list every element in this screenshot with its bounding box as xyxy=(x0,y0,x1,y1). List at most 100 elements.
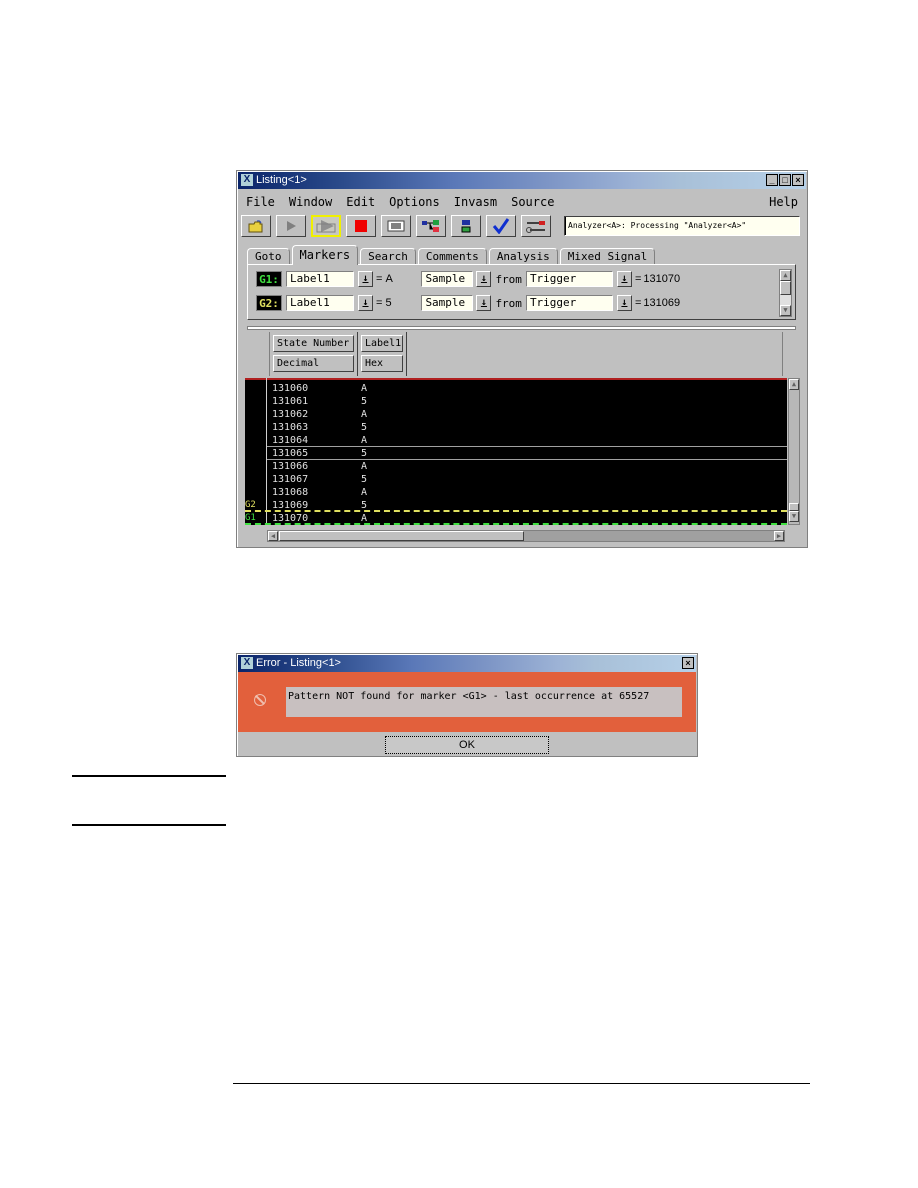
label1-cell: A xyxy=(361,461,368,472)
listing-row[interactable]: 131063 5 xyxy=(272,421,367,434)
scroll-left-icon[interactable]: ◀ xyxy=(268,531,278,541)
error-body: Pattern NOT found for marker <G1> - last… xyxy=(238,672,696,732)
menu-edit[interactable]: Edit xyxy=(339,195,382,209)
listing-row[interactable]: 131068 A xyxy=(272,486,367,499)
markers-scrollbar[interactable]: ▲ ▼ xyxy=(779,269,792,317)
marker-g1-label-dropdown[interactable]: ↓ xyxy=(358,271,373,287)
tab-comments[interactable]: Comments xyxy=(417,248,487,264)
ok-button[interactable]: OK xyxy=(385,736,549,754)
overview-icon xyxy=(422,220,439,232)
row-highlight-line xyxy=(267,459,787,460)
menu-file[interactable]: File xyxy=(239,195,282,209)
tab-goto[interactable]: Goto xyxy=(247,248,290,264)
pane-divider[interactable] xyxy=(247,326,796,330)
open-button[interactable] xyxy=(241,215,271,237)
note-rule-bottom xyxy=(72,824,226,826)
listing-row[interactable]: 131061 5 xyxy=(272,395,367,408)
scroll-up-icon[interactable]: ▲ xyxy=(789,379,799,390)
menu-help[interactable]: Help xyxy=(762,195,805,209)
label1-cell: 5 xyxy=(361,474,368,485)
check-button[interactable] xyxy=(486,215,516,237)
column-header-state-number[interactable]: State Number xyxy=(273,335,354,352)
marker-g2-from: from xyxy=(495,296,522,310)
marker-g2-mode-field[interactable]: Sample xyxy=(421,295,474,311)
listing-button[interactable] xyxy=(381,215,411,237)
tab-search[interactable]: Search xyxy=(360,248,416,264)
overview-button[interactable] xyxy=(416,215,446,237)
marker-g2-value[interactable]: 5 xyxy=(385,297,421,309)
label1-cell: A xyxy=(361,383,368,394)
listing-hscroll-thumb[interactable] xyxy=(279,531,524,541)
listing-row[interactable]: 131060 A xyxy=(272,382,367,395)
run-button[interactable] xyxy=(276,215,306,237)
scroll-down-icon[interactable]: ▼ xyxy=(789,511,799,522)
marker-g1-reference-field[interactable]: Trigger xyxy=(525,271,613,287)
listing-display[interactable]: 131060 A 131061 5 131062 A 131063 5 131064 A 13106… xyxy=(245,378,787,525)
listing-row[interactable]: 131062 A xyxy=(272,408,367,421)
x-app-icon: X xyxy=(241,657,253,669)
marker-g1-from: from xyxy=(495,272,522,286)
marker-g2-result: 131069 xyxy=(643,297,681,309)
error-title: Error - Listing<1> xyxy=(256,657,341,669)
marker-g1-line[interactable] xyxy=(245,523,787,525)
marker-g2-mode-dropdown[interactable]: ↓ xyxy=(476,295,492,311)
marker-g1-result: 131070 xyxy=(643,273,681,285)
tools-button[interactable] xyxy=(521,215,551,237)
markers-scroll-thumb[interactable] xyxy=(780,281,791,295)
window-title: Listing<1> xyxy=(256,174,307,186)
error-titlebar[interactable]: X Error - Listing<1> × xyxy=(238,655,696,672)
listing-vertical-scrollbar[interactable]: ▲ ▼ xyxy=(788,378,800,525)
dropdown-arrow-icon: ↓ xyxy=(362,297,369,308)
tab-markers[interactable]: Markers xyxy=(291,245,359,265)
menu-window[interactable]: Window xyxy=(282,195,339,209)
marker-g2-reference-dropdown[interactable]: ↓ xyxy=(616,295,632,311)
maximize-button[interactable]: □ xyxy=(779,174,791,186)
marker-g1-mode-field[interactable]: Sample xyxy=(421,271,474,287)
listing-row[interactable]: 131066 A xyxy=(272,460,367,473)
marker-g1-label-field[interactable]: Label1 xyxy=(286,271,354,287)
state-number-cell: 131068 xyxy=(272,487,309,498)
tab-mixed-signal[interactable]: Mixed Signal xyxy=(559,248,656,264)
tab-analysis[interactable]: Analysis xyxy=(488,248,558,264)
module-icon xyxy=(461,220,471,233)
listing-horizontal-scrollbar[interactable]: ◀ ▶ xyxy=(267,530,785,542)
dropdown-arrow-icon: ↓ xyxy=(480,273,487,284)
column-base-state-number[interactable]: Decimal xyxy=(273,355,354,372)
minimize-button[interactable]: _ xyxy=(766,174,778,186)
menu-options[interactable]: Options xyxy=(382,195,447,209)
marker-g1-badge: G1: xyxy=(256,271,282,287)
error-close-button[interactable]: × xyxy=(682,657,694,669)
marker-g2-label-dropdown[interactable]: ↓ xyxy=(358,295,373,311)
listing-titlebar[interactable]: X Listing<1> _ □ × xyxy=(238,172,806,189)
marker-g1-value[interactable]: A xyxy=(385,273,421,285)
run-repetitive-button[interactable] xyxy=(311,215,341,237)
status-field: Analyzer<A>: Processing "Analyzer<A>" xyxy=(564,216,800,236)
error-icon xyxy=(254,694,266,706)
marker-row-g2: G2: Label1 ↓ = 5 Sample ↓ from Trigger ↓… xyxy=(256,294,680,312)
column-header-label1[interactable]: Label1 xyxy=(361,335,403,352)
markers-panel: G1: Label1 ↓ = A Sample ↓ from Trigger ↓… xyxy=(247,264,796,320)
error-dialog: X Error - Listing<1> × Pattern NOT found … xyxy=(236,653,698,757)
dropdown-arrow-icon: ↓ xyxy=(621,273,628,284)
marker-g2-reference-field[interactable]: Trigger xyxy=(525,295,613,311)
stop-button[interactable] xyxy=(346,215,376,237)
label1-cell: 5 xyxy=(361,422,368,433)
column-base-label1[interactable]: Hex xyxy=(361,355,403,372)
run-icon xyxy=(287,221,296,231)
scroll-right-icon[interactable]: ▶ xyxy=(774,531,784,541)
marker-g1-mode-dropdown[interactable]: ↓ xyxy=(476,271,492,287)
menu-source[interactable]: Source xyxy=(504,195,561,209)
menu-invasm[interactable]: Invasm xyxy=(447,195,504,209)
marker-g2-line[interactable] xyxy=(245,510,787,512)
note-rule-top xyxy=(72,775,226,777)
module-button[interactable] xyxy=(451,215,481,237)
marker-g2-label-field[interactable]: Label1 xyxy=(286,295,354,311)
scroll-down-icon[interactable]: ▼ xyxy=(780,305,791,316)
scroll-up-icon[interactable]: ▲ xyxy=(780,270,791,281)
listing-vscroll-thumb[interactable] xyxy=(789,503,799,511)
marker-g1-reference-dropdown[interactable]: ↓ xyxy=(616,271,632,287)
close-button[interactable]: × xyxy=(792,174,804,186)
listing-row[interactable]: 131067 5 xyxy=(272,473,367,486)
tools-icon xyxy=(526,221,545,233)
marker-row-g1: G1: Label1 ↓ = A Sample ↓ from Trigger ↓… xyxy=(256,270,680,288)
